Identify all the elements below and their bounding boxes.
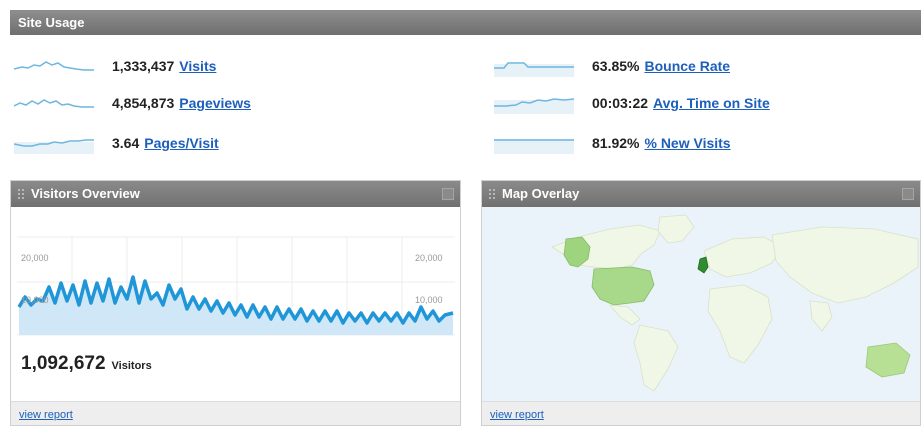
- pageviews-value: 4,854,873: [112, 95, 175, 111]
- map-overlay-header[interactable]: Map Overlay: [482, 181, 920, 207]
- drag-grip-icon[interactable]: [489, 189, 495, 199]
- avg-time-sparkline: [494, 98, 574, 114]
- pageviews-link[interactable]: Pageviews: [179, 95, 251, 111]
- bounce-rate-value: 63.85%: [592, 58, 640, 74]
- map-overlay-panel: Map Overlay view report: [481, 180, 921, 426]
- pages-visit-value: 3.64: [112, 135, 140, 151]
- visitors-overview-title: Visitors Overview: [31, 186, 140, 201]
- metric-avg-time: 00:03:22 Avg. Time on Site: [494, 90, 770, 116]
- new-visits-value: 81.92%: [592, 135, 640, 151]
- visitors-view-report-link[interactable]: view report: [19, 409, 73, 421]
- avg-time-link[interactable]: Avg. Time on Site: [653, 95, 770, 111]
- map-overlay-title: Map Overlay: [502, 186, 580, 201]
- metric-new-visits: 81.92% % New Visits: [494, 130, 731, 156]
- visitors-overview-header[interactable]: Visitors Overview: [11, 181, 460, 207]
- tick-right-mid: 10,000: [415, 295, 443, 305]
- new-visits-link[interactable]: % New Visits: [644, 135, 730, 151]
- site-usage-header: Site Usage: [10, 10, 921, 35]
- map-overlay-footer: view report: [482, 401, 920, 425]
- visitors-overview-footer: view report: [11, 401, 460, 425]
- pages-visit-link[interactable]: Pages/Visit: [144, 135, 218, 151]
- tick-right-top: 20,000: [415, 253, 443, 263]
- map-usa: [591, 266, 655, 306]
- visitors-total-value: 1,092,672: [21, 353, 106, 374]
- site-usage-title: Site Usage: [18, 15, 85, 30]
- close-icon[interactable]: [902, 188, 914, 200]
- visits-link[interactable]: Visits: [179, 58, 216, 74]
- metric-visits: 1,333,437 Visits: [14, 53, 216, 79]
- pages-visit-sparkline: [14, 139, 94, 154]
- bounce-rate-sparkline: [494, 62, 574, 77]
- visitors-total-label: Visitors: [111, 360, 152, 372]
- visitors-overview-panel: Visitors Overview 20,000 10,000 20,000 1…: [10, 180, 461, 426]
- visits-value: 1,333,437: [112, 58, 175, 74]
- pageviews-sparkline: [14, 99, 94, 108]
- metric-pageviews: 4,854,873 Pageviews: [14, 90, 251, 116]
- avg-time-value: 00:03:22: [592, 95, 649, 111]
- tick-left-top: 20,000: [21, 253, 49, 263]
- new-visits-sparkline: [494, 139, 574, 154]
- world-map: [482, 207, 920, 401]
- metric-bounce-rate: 63.85% Bounce Rate: [494, 53, 730, 79]
- metric-pages-visit: 3.64 Pages/Visit: [14, 130, 219, 156]
- visits-sparkline: [14, 61, 94, 71]
- bounce-rate-link[interactable]: Bounce Rate: [644, 58, 730, 74]
- visitors-chart: [17, 236, 455, 336]
- close-icon[interactable]: [442, 188, 454, 200]
- tick-left-mid: 10,000: [21, 295, 49, 305]
- visitors-total: 1,092,672 Visitors: [21, 353, 152, 375]
- map-view-report-link[interactable]: view report: [490, 409, 544, 421]
- drag-grip-icon[interactable]: [18, 189, 24, 199]
